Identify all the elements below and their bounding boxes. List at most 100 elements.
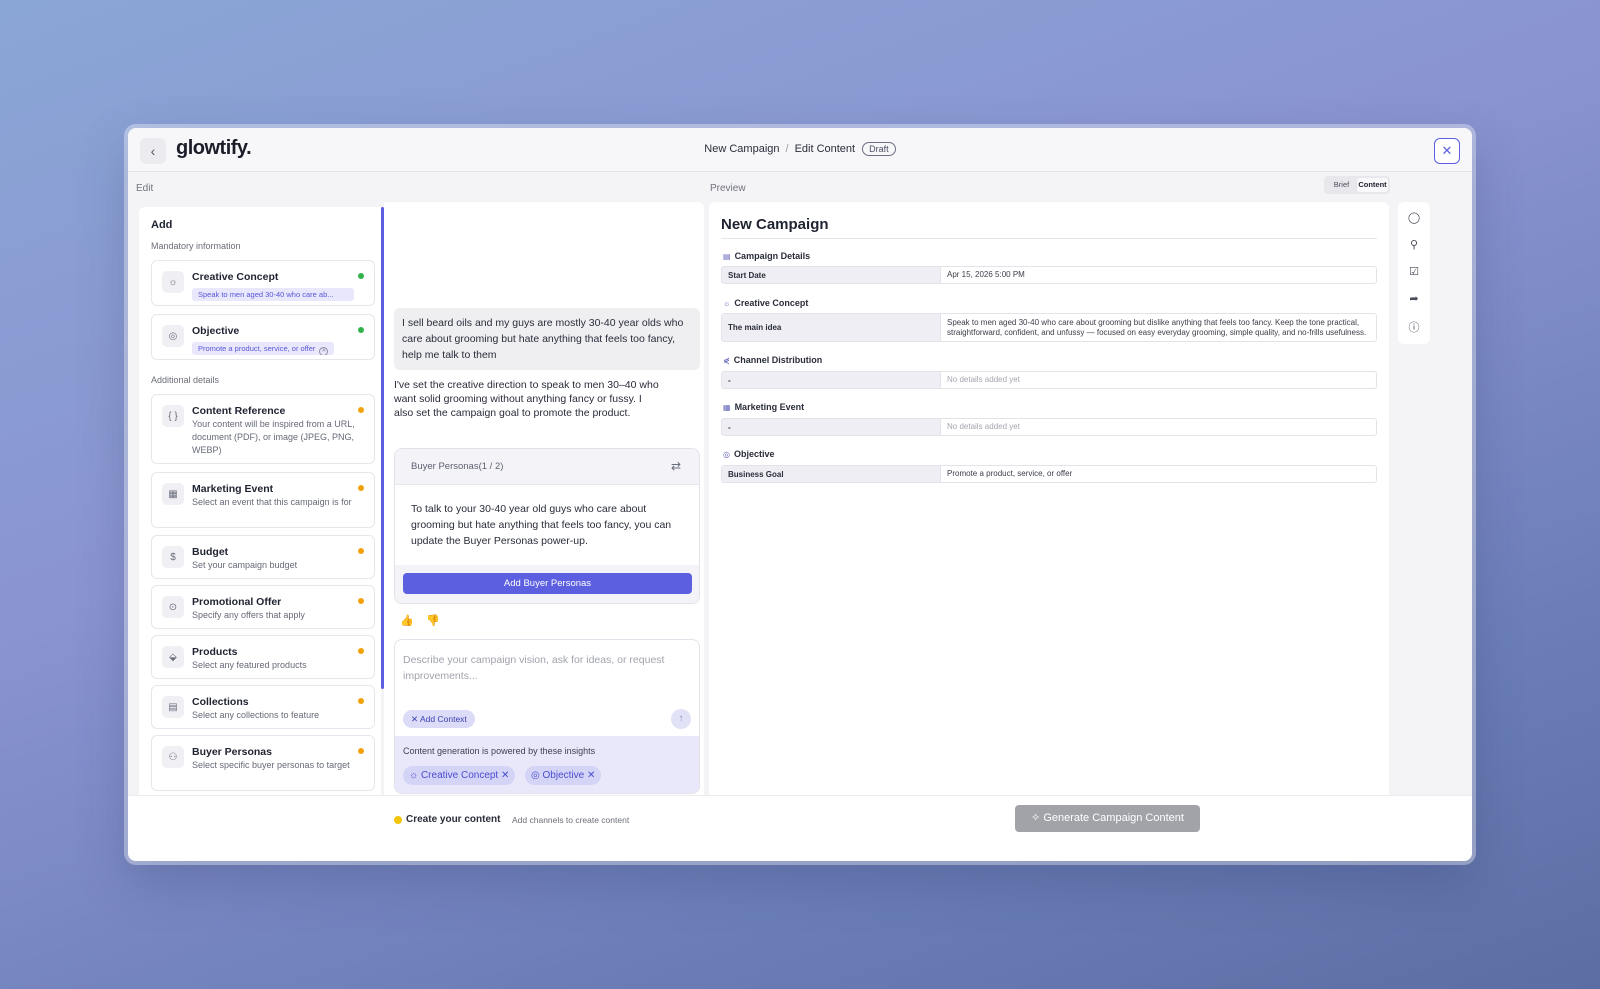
card-description: Set your campaign budget [192, 560, 298, 570]
row-value[interactable]: Apr 15, 2026 5:00 PM [941, 267, 1376, 283]
section-marketing-event: ▦ Marketing Event [723, 402, 804, 412]
chat-input[interactable]: Describe your campaign vision, ask for i… [403, 652, 693, 684]
section-objective: ◎ Objective [723, 449, 775, 459]
breadcrumb-item-edit: Edit Content [794, 143, 856, 155]
section-title: Marketing Event [734, 402, 805, 412]
section-title: Channel Distribution [733, 355, 823, 365]
target-icon: ◎ [723, 450, 730, 459]
checklist-icon[interactable]: ☑ [1398, 265, 1430, 278]
row-key: Start Date [722, 267, 941, 283]
chip-label: Creative Concept [420, 770, 499, 781]
card-description: Select any collections to feature [192, 710, 320, 720]
preview-divider [721, 238, 1377, 239]
card-description: Select an event that this campaign is fo… [192, 497, 352, 507]
add-buyer-personas-button[interactable]: Add Buyer Personas [403, 573, 692, 594]
card-products[interactable]: ⬙ Products Select any featured products [151, 635, 375, 679]
pending-status-dot [358, 407, 364, 413]
additional-label: Additional details [151, 375, 220, 385]
insights-label: Content generation is powered by these i… [403, 746, 596, 756]
edit-section-label: Edit [136, 183, 154, 194]
preview-section-label: Preview [710, 183, 746, 194]
card-title: Promotional Offer [192, 596, 282, 608]
info-icon[interactable]: ⓘ [1398, 319, 1430, 335]
braces-icon: { } [162, 405, 184, 427]
row-start-date: Start Date Apr 15, 2026 5:00 PM [721, 266, 1377, 284]
row-value[interactable]: No details added yet [941, 372, 1376, 388]
card-title: Budget [192, 546, 229, 558]
card-collections[interactable]: ▤ Collections Select any collections to … [151, 685, 375, 729]
card-description: Select specific buyer personas to target [192, 760, 350, 770]
row-main-idea: The main idea Speak to men aged 30-40 wh… [721, 313, 1377, 342]
add-context-button[interactable]: ✕ Add Context [403, 710, 475, 728]
section-title: Creative Concept [734, 298, 809, 308]
pending-status-dot [358, 748, 364, 754]
row-value[interactable]: No details added yet [941, 419, 1376, 435]
card-marketing-event[interactable]: ▦ Marketing Event Select an event that t… [151, 472, 375, 528]
card-content-reference[interactable]: { } Content Reference Your content will … [151, 394, 375, 464]
lightbulb-icon: ☼ [409, 770, 419, 781]
offer-icon: ⊙ [162, 596, 184, 618]
swap-icon[interactable]: ⇄ [671, 459, 681, 473]
bottom-bar: Create your content Add channels to crea… [128, 795, 1472, 861]
add-panel-title: Add [151, 219, 173, 231]
card-description: Your content will be inspired from a URL… [192, 419, 355, 455]
row-marketing-event: - No details added yet [721, 418, 1377, 436]
insight-chip-creative-concept[interactable]: ☼ Creative Concept ✕ [403, 766, 516, 785]
card-objective[interactable]: ◎ Objective Promote a product, service, … [151, 314, 375, 360]
thumbs-down-icon[interactable]: 👎 [426, 614, 440, 627]
row-key: - [722, 419, 941, 435]
chip-label: Objective [542, 770, 585, 781]
mandatory-label: Mandatory information [151, 241, 241, 251]
lightbulb-icon: ☼ [162, 271, 184, 293]
archive-icon: ▤ [162, 696, 184, 718]
thumbs-up-icon[interactable]: 👍 [400, 614, 414, 627]
row-key: - [722, 372, 941, 388]
breadcrumb-item-campaign[interactable]: New Campaign [704, 143, 779, 155]
close-icon: ✕ [1441, 143, 1453, 158]
card-creative-concept[interactable]: ☼ Creative Concept Speak to men aged 30-… [151, 260, 375, 306]
card-title: Content Reference [192, 405, 286, 417]
row-value[interactable]: Promote a product, service, or offer [941, 466, 1376, 482]
top-bar: ‹ glowtify. New Campaign / Edit Content Dr… [128, 128, 1472, 172]
row-key: Business Goal [722, 466, 941, 482]
complete-status-dot [358, 327, 364, 333]
toggle-content[interactable]: Content [1357, 178, 1388, 192]
creative-concept-chip: Speak to men aged 30-40 who care ab... [192, 288, 354, 301]
toggle-brief[interactable]: Brief [1326, 178, 1357, 192]
comment-icon[interactable]: ◯ [1398, 211, 1430, 224]
card-title: Buyer Personas [192, 746, 272, 758]
card-budget[interactable]: $ Budget Set your campaign budget [151, 535, 375, 579]
footer-title: Create your content [406, 814, 501, 825]
tag-icon: ⬙ [162, 646, 184, 668]
card-buyer-personas[interactable]: ⚇ Buyer Personas Select specific buyer p… [151, 735, 375, 791]
preview-title: New Campaign [721, 216, 829, 233]
send-button[interactable]: ↑ [671, 709, 691, 729]
calendar-icon: ▦ [723, 403, 731, 412]
row-value[interactable]: Speak to men aged 30-40 who care about g… [941, 314, 1376, 341]
calendar-icon: ▦ [162, 483, 184, 505]
card-promotional-offer[interactable]: ⊙ Promotional Offer Specify any offers t… [151, 585, 375, 629]
card-title: Collections [192, 696, 249, 708]
card-title: Marketing Event [192, 483, 274, 495]
document-icon: ▤ [723, 252, 731, 261]
target-icon: ◎ [531, 770, 540, 781]
section-title: Objective [733, 449, 775, 459]
user-message: I sell beard oils and my guys are mostly… [394, 308, 700, 370]
section-creative-concept: ☼ Creative Concept [723, 298, 808, 308]
buyer-persona-card: Buyer Personas(1 / 2) ⇄ To talk to your … [394, 448, 700, 604]
breadcrumb-separator: / [785, 143, 789, 155]
target-icon: ◎ [162, 325, 184, 347]
pending-status-dot [358, 485, 364, 491]
card-description: Specify any offers that apply [192, 610, 305, 620]
insight-chip-objective[interactable]: ◎ Objective ✕ [525, 766, 602, 785]
pending-status-dot [358, 648, 364, 654]
remove-icon[interactable]: ✕ [501, 770, 509, 781]
objective-chip: Promote a product, service, or offer ✕ [192, 342, 335, 355]
side-toolbar: ◯ ⚲ ☑ ➦ ⓘ [1398, 202, 1430, 344]
share-icon[interactable]: ➦ [1398, 292, 1430, 305]
user-icon[interactable]: ⚲ [1398, 238, 1430, 251]
generate-campaign-content-button[interactable]: ✧ Generate Campaign Content [1015, 805, 1200, 832]
close-button[interactable]: ✕ [1434, 138, 1460, 164]
remove-icon[interactable]: ✕ [319, 347, 329, 355]
remove-icon[interactable]: ✕ [587, 770, 595, 781]
